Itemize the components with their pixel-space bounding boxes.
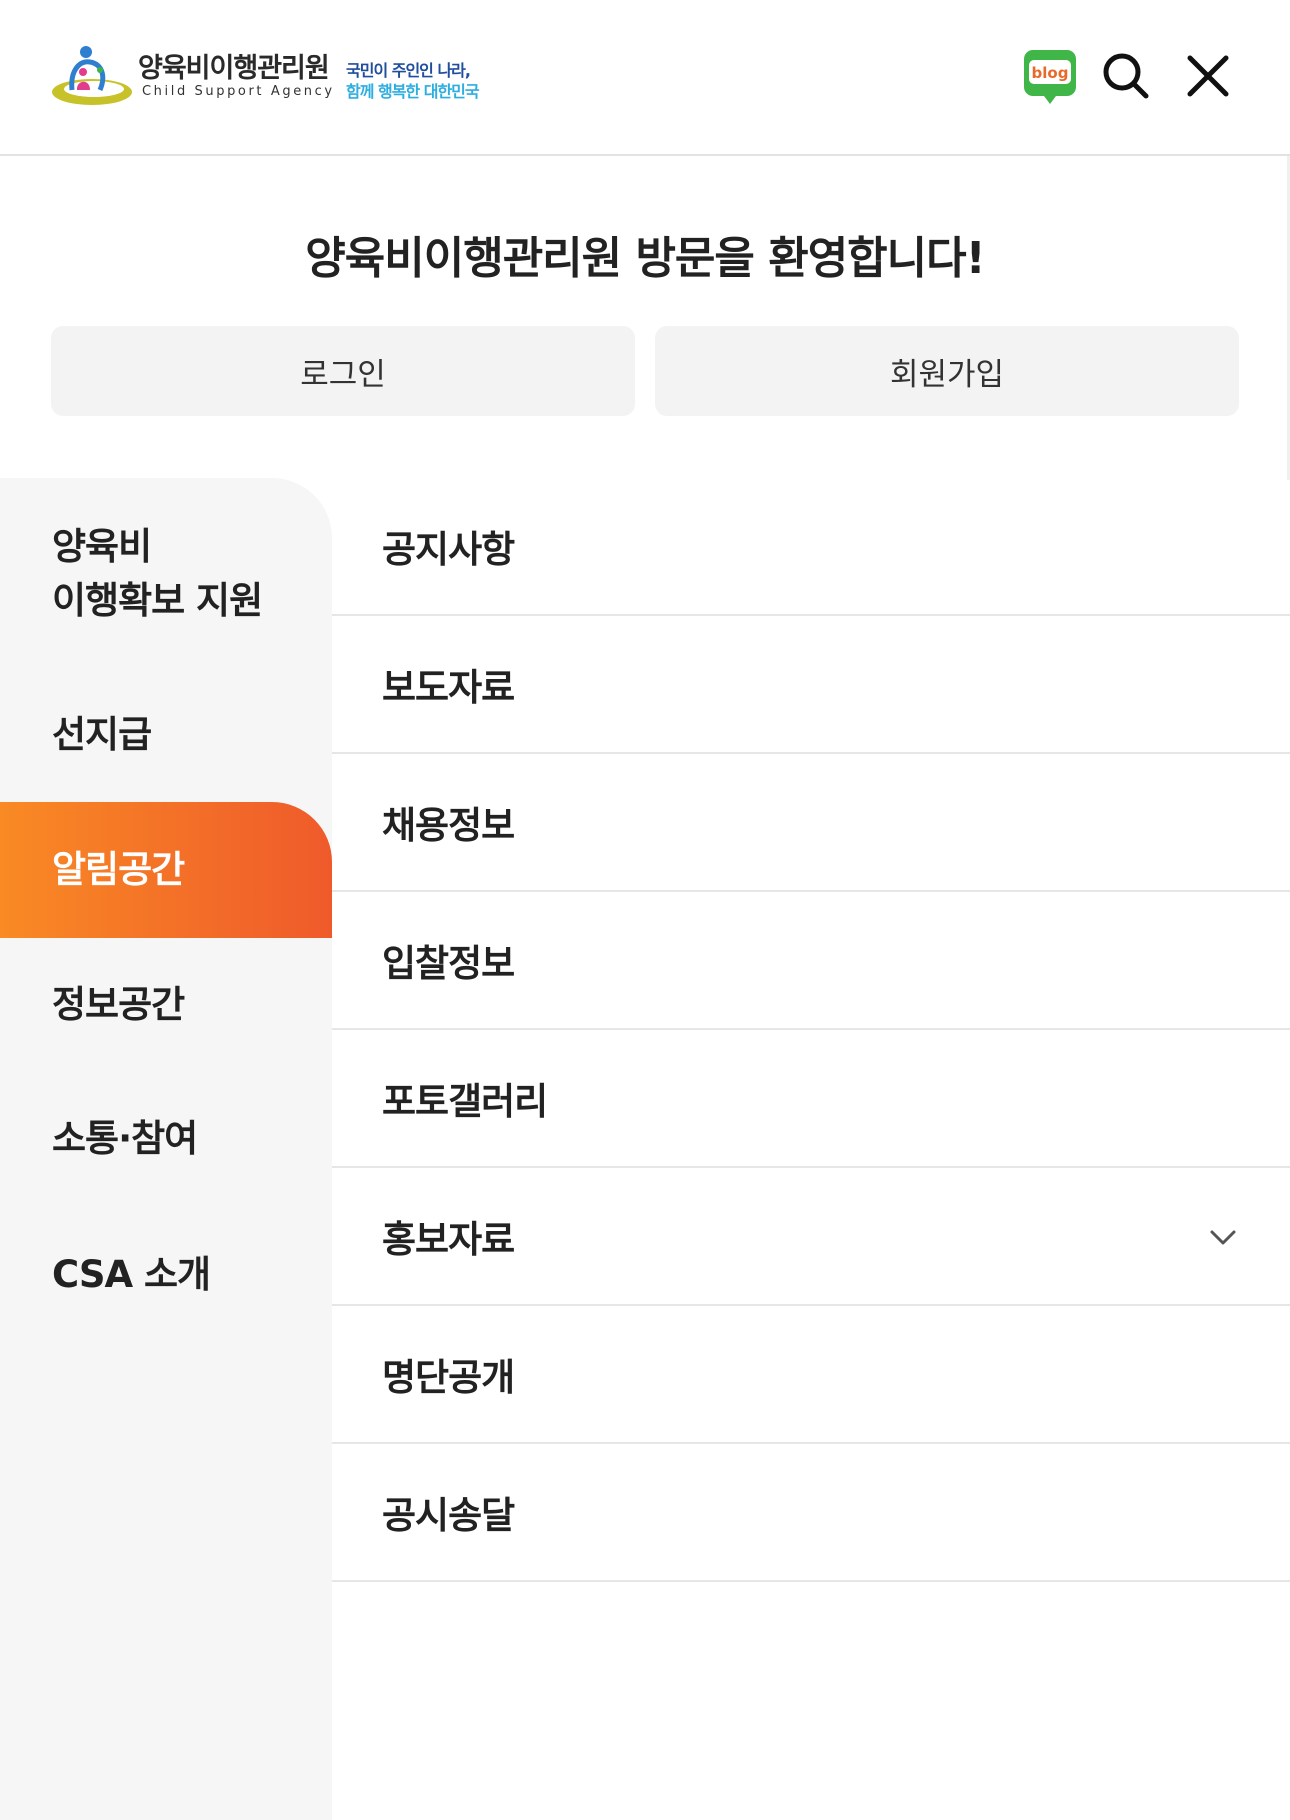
slogan-line1: 국민이 주인인 나라, (346, 61, 471, 80)
submenu-item-gallery[interactable]: 포토갤러리 (332, 1030, 1290, 1168)
submenu-item-label: 공시송달 (382, 1494, 515, 1537)
blog-icon-label: blog (1032, 64, 1069, 82)
site-logo[interactable]: 양육비이행관리원 Child Support Agency 국민이 주인인 나라… (50, 38, 500, 118)
category-notice-space[interactable]: 알림공간 (0, 802, 332, 938)
submenu-item-label: 보도자료 (382, 666, 515, 709)
search-icon[interactable] (1098, 48, 1154, 104)
submenu-item-label: 공지사항 (382, 528, 515, 571)
submenu-item-press[interactable]: 보도자료 (332, 616, 1290, 754)
category-info-space[interactable]: 정보공간 (0, 978, 332, 1032)
submenu-item-bid[interactable]: 입찰정보 (332, 892, 1290, 1030)
submenu-item-label: 채용정보 (382, 804, 515, 847)
close-icon[interactable] (1180, 48, 1236, 104)
submenu-item-label: 포토갤러리 (382, 1080, 548, 1123)
mobile-menu-page: 양육비이행관리원 Child Support Agency 국민이 주인인 나라… (0, 0, 1290, 1820)
submenu-item-recruit[interactable]: 채용정보 (332, 754, 1290, 892)
submenu-item-disclosure[interactable]: 명단공개 (332, 1306, 1290, 1444)
submenu-item-label: 입찰정보 (382, 942, 515, 985)
slogan: 국민이 주인인 나라, 함께 행복한 대한민국 (346, 60, 516, 102)
category-advance-payment[interactable]: 선지급 (0, 708, 332, 762)
category-about-csa[interactable]: CSA 소개 (0, 1248, 332, 1302)
submenu-item-label: 명단공개 (382, 1356, 515, 1399)
logo-mark-icon (52, 46, 132, 105)
submenu-item-promo[interactable]: 홍보자료 (332, 1168, 1290, 1306)
login-button[interactable]: 로그인 (51, 326, 635, 416)
slogan-line2: 함께 행복한 대한민국 (346, 82, 480, 101)
logo-subtitle: Child Support Agency (142, 84, 335, 99)
welcome-title: 양육비이행관리원 방문을 환영합니다! (305, 233, 985, 284)
category-child-support[interactable]: 양육비 이행확보 지원 (0, 520, 332, 628)
submenu-item-public-notice[interactable]: 공시송달 (332, 1444, 1290, 1582)
blog-icon[interactable]: blog (1022, 48, 1078, 104)
chevron-down-icon[interactable] (1206, 1220, 1240, 1254)
submenu-item-notices[interactable]: 공지사항 (332, 478, 1290, 616)
submenu-item-label: 홍보자료 (382, 1218, 515, 1261)
logo-title: 양육비이행관리원 (138, 53, 330, 84)
signup-button[interactable]: 회원가입 (655, 326, 1239, 416)
site-header: 양육비이행관리원 Child Support Agency 국민이 주인인 나라… (0, 0, 1290, 156)
category-communication[interactable]: 소통·참여 (0, 1112, 332, 1166)
